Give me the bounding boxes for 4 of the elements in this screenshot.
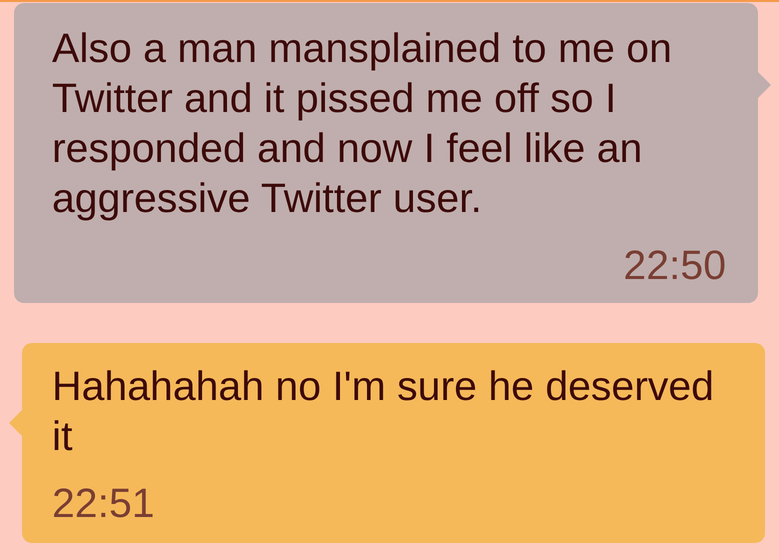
message-text: Hahahahah no I'm sure he deserved it: [52, 362, 715, 461]
message-text: Also a man mansplained to me on Twitter and it pissed me off so I responded and now I feel like an aggressive Twitter user.: [52, 24, 673, 223]
message-time: 22:51: [52, 479, 155, 528]
message-time: 22:50: [623, 241, 726, 290]
